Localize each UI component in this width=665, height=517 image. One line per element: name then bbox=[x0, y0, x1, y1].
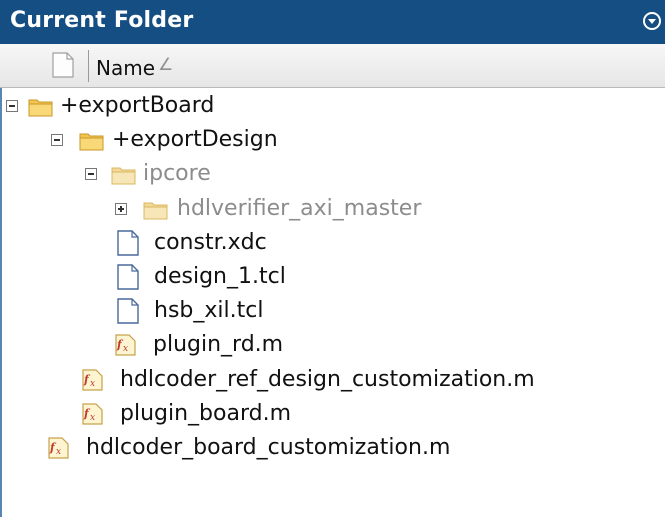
tree-item-label: hdlcoder_board_customization.m bbox=[86, 435, 451, 460]
svg-text:x: x bbox=[90, 413, 95, 423]
tree-item-label: plugin_board.m bbox=[120, 401, 291, 426]
tree-row[interactable]: f x plugin_rd.m bbox=[0, 328, 665, 362]
column-header-name[interactable]: Name ∠ bbox=[0, 44, 665, 88]
current-folder-panel: Current Folder Name ∠ +exportBoard +expo… bbox=[0, 0, 665, 517]
function-file-icon: f x bbox=[46, 436, 70, 471]
document-icon bbox=[52, 52, 74, 78]
column-separator bbox=[88, 50, 89, 82]
file-tree: +exportBoard +exportDesign ipcore hdlver… bbox=[0, 88, 665, 517]
minus-box-icon[interactable] bbox=[51, 134, 63, 146]
tree-row[interactable]: f x hdlcoder_board_customization.m bbox=[0, 431, 665, 465]
tree-row[interactable]: ipcore bbox=[0, 157, 665, 191]
svg-text:x: x bbox=[123, 344, 128, 354]
tree-item-label: plugin_rd.m bbox=[153, 332, 284, 357]
tree-item-label: hdlverifier_axi_master bbox=[177, 196, 422, 221]
svg-text:x: x bbox=[90, 379, 95, 389]
tree-row[interactable]: +exportDesign bbox=[0, 123, 665, 157]
sort-indicator-icon: ∠ bbox=[158, 55, 174, 75]
tree-item-label: hsb_xil.tcl bbox=[154, 298, 264, 323]
tree-item-label: design_1.tcl bbox=[154, 264, 286, 289]
minus-box-icon[interactable] bbox=[6, 100, 18, 112]
tree-row[interactable]: hsb_xil.tcl bbox=[0, 294, 665, 328]
tree-row[interactable]: f x plugin_board.m bbox=[0, 397, 665, 431]
panel-title: Current Folder bbox=[10, 8, 194, 33]
tree-item-label: ipcore bbox=[143, 161, 211, 186]
panel-actions-icon[interactable] bbox=[643, 12, 661, 30]
tree-row[interactable]: design_1.tcl bbox=[0, 260, 665, 294]
tree-item-label: hdlcoder_ref_design_customization.m bbox=[120, 367, 535, 392]
panel-title-bar: Current Folder bbox=[0, 0, 665, 44]
tree-item-label: +exportDesign bbox=[112, 127, 278, 152]
tree-row[interactable]: +exportBoard bbox=[0, 89, 665, 123]
column-header-label: Name bbox=[96, 56, 156, 80]
tree-row[interactable]: f x hdlcoder_ref_design_customization.m bbox=[0, 363, 665, 397]
minus-box-icon[interactable] bbox=[85, 168, 97, 180]
svg-text:x: x bbox=[56, 447, 61, 457]
tree-row[interactable]: constr.xdc bbox=[0, 226, 665, 260]
tree-row[interactable]: hdlverifier_axi_master bbox=[0, 192, 665, 226]
tree-item-label: +exportBoard bbox=[60, 93, 215, 118]
plus-box-icon[interactable] bbox=[115, 203, 127, 215]
tree-item-label: constr.xdc bbox=[154, 230, 267, 255]
